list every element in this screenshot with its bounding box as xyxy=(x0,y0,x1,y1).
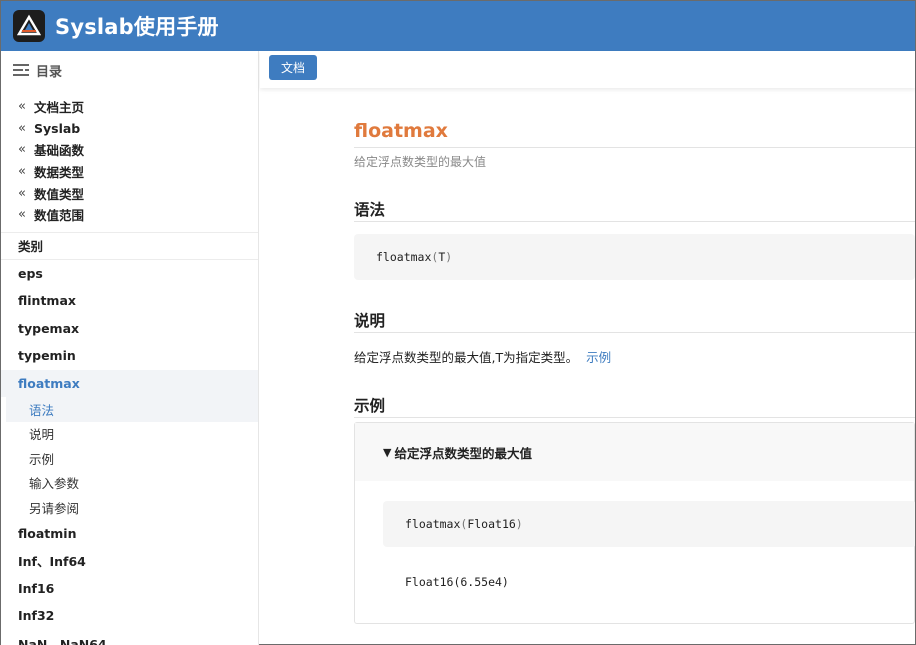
code-arg: T xyxy=(438,250,446,264)
title-divider xyxy=(354,147,915,148)
sidebar-item-typemax[interactable]: typemax xyxy=(1,315,258,343)
sidebar-subitem-examples[interactable]: 示例 xyxy=(1,446,258,471)
main-content: floatmax 给定浮点数类型的最大值 语法 floatmax(T) 说明 给… xyxy=(353,88,915,645)
sidebar-item-eps[interactable]: eps xyxy=(1,260,258,288)
page-title: floatmax xyxy=(354,120,448,142)
description-divider xyxy=(354,332,915,333)
example-link[interactable]: 示例 xyxy=(586,350,611,365)
double-chevron-left-icon: « xyxy=(18,120,26,136)
toc-label: 目录 xyxy=(36,64,63,80)
description-body: 给定浮点数类型的最大值,T为指定类型。 xyxy=(354,350,579,365)
double-chevron-left-icon: « xyxy=(18,142,26,158)
breadcrumb-item[interactable]: «Syslab xyxy=(18,118,258,140)
sidebar-item-inf32[interactable]: Inf32 xyxy=(1,602,258,630)
breadcrumb-item[interactable]: «基础函数 xyxy=(18,139,258,161)
breadcrumb-list: «文档主页 «Syslab «基础函数 «数据类型 «数值类型 «数值范围 xyxy=(1,89,258,233)
sidebar-item-floatmax[interactable]: floatmax xyxy=(1,369,258,398)
sidebar-subitem-input-args[interactable]: 输入参数 xyxy=(1,471,258,496)
app-logo-icon xyxy=(13,10,45,42)
breadcrumb-item[interactable]: «数据类型 xyxy=(18,161,258,183)
sidebar-item-inf16[interactable]: Inf16 xyxy=(1,575,258,603)
triangle-down-icon: ▼ xyxy=(383,445,392,459)
breadcrumb-item[interactable]: «数值范围 xyxy=(18,204,258,226)
example-output: Float16(6.55e4) xyxy=(405,575,509,589)
double-chevron-left-icon: « xyxy=(18,164,26,180)
code-paren: ) xyxy=(445,250,453,264)
example-title: 给定浮点数类型的最大值 xyxy=(394,445,532,461)
example-toggle[interactable]: ▼ 给定浮点数类型的最大值 xyxy=(355,423,914,481)
code-arg: Float16 xyxy=(467,517,516,531)
syntax-heading: 语法 xyxy=(354,201,386,219)
example-panel: ▼ 给定浮点数类型的最大值 floatmax(Float16) Float16(… xyxy=(354,422,915,624)
sidebar-item-nan[interactable]: NaN、NaN64 xyxy=(1,630,258,645)
example-divider xyxy=(354,417,915,418)
sidebar-subitem-syntax[interactable]: 语法 xyxy=(6,397,258,422)
sidebar-item-inf[interactable]: Inf、Inf64 xyxy=(1,547,258,575)
code-function: floatmax xyxy=(405,517,461,531)
page-subtitle: 给定浮点数类型的最大值 xyxy=(354,155,487,169)
app-title: Syslab使用手册 xyxy=(55,15,219,39)
syntax-code-block: floatmax(T) xyxy=(354,234,915,280)
breadcrumb-item[interactable]: «文档主页 xyxy=(18,96,258,118)
description-text: 给定浮点数类型的最大值,T为指定类型。 示例 xyxy=(354,347,611,366)
sidebar: 目录 «文档主页 «Syslab «基础函数 «数据类型 «数值类型 «数值范围… xyxy=(1,51,259,645)
code-function: floatmax xyxy=(376,250,432,264)
syntax-divider xyxy=(354,221,915,222)
double-chevron-left-icon: « xyxy=(18,207,26,223)
breadcrumb-item[interactable]: «数值类型 xyxy=(18,182,258,204)
sidebar-subitem-description[interactable]: 说明 xyxy=(1,422,258,447)
example-heading: 示例 xyxy=(354,397,386,415)
code-paren: ( xyxy=(460,517,468,531)
description-heading: 说明 xyxy=(354,312,386,330)
toc-menu-icon[interactable] xyxy=(13,63,29,77)
code-paren: ) xyxy=(515,517,523,531)
doc-button[interactable]: 文档 xyxy=(269,55,317,80)
content-toolbar: 文档 xyxy=(260,51,915,88)
sidebar-item-floatmin[interactable]: floatmin xyxy=(1,520,258,548)
sidebar-subitem-see-also[interactable]: 另请参阅 xyxy=(1,495,258,520)
sidebar-item-flintmax[interactable]: flintmax xyxy=(1,287,258,315)
double-chevron-left-icon: « xyxy=(18,185,26,201)
top-bar: Syslab使用手册 xyxy=(1,1,915,51)
toc-header[interactable]: 目录 xyxy=(1,51,258,89)
double-chevron-left-icon: « xyxy=(18,99,26,115)
sidebar-item-typemin[interactable]: typemin xyxy=(1,342,258,370)
code-paren: ( xyxy=(431,250,439,264)
example-code-block: floatmax(Float16) xyxy=(383,501,915,547)
sidebar-category[interactable]: 类别 xyxy=(1,233,258,260)
